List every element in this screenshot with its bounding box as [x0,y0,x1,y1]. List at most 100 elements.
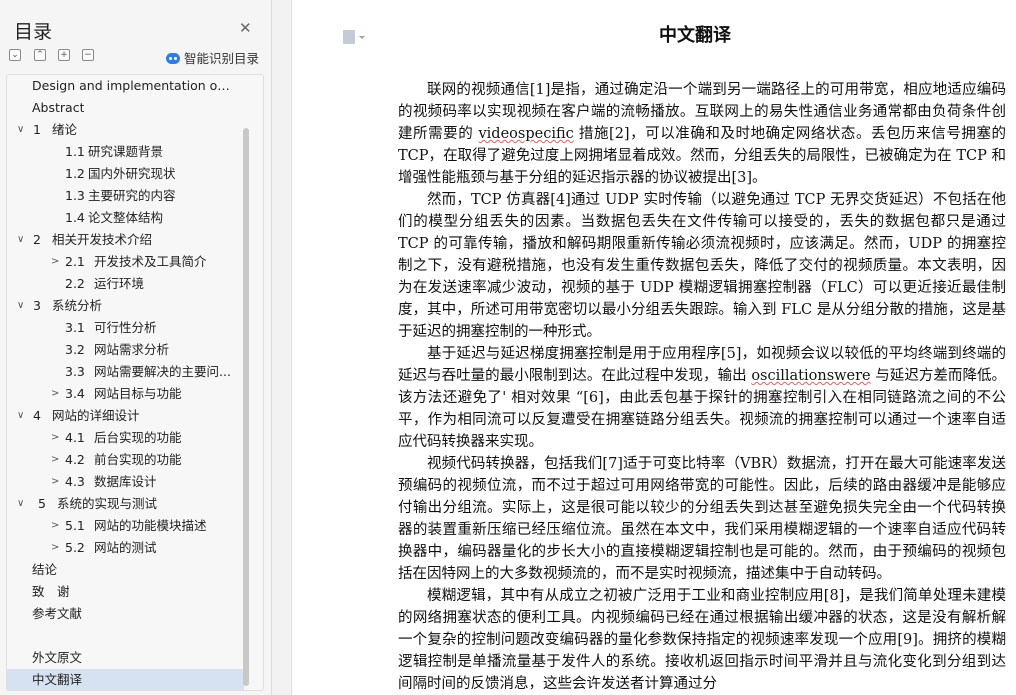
toc-item-num: 4.1 [65,430,85,445]
toc-item-label: 绪论 [52,122,78,137]
document-title: 中文翻译 [659,25,731,46]
toc-item-2[interactable]: ∨ 2 相关开发技术介绍 [7,229,244,251]
toc-item-4-2[interactable]: > 4.2 前台实现的功能 [7,449,244,471]
toc-item-label: 可行性分析 [94,320,157,335]
paragraph-3: 基于延迟与延迟梯度拥塞控制是用于应用程序[5]，如视频会议以较低的平均终端到终端… [398,343,1006,453]
document-area: 中文翻译 联网的视频通信[1]是指，通过确定沿一个端到另一端路径上的可用带宽，相… [279,0,1016,695]
toc-item-num: 2.2 [65,276,85,291]
page-icon[interactable] [343,30,365,44]
chevron-right-icon[interactable]: > [51,383,59,405]
toc-item-3-1[interactable]: 3.1 可行性分析 [7,317,244,339]
toc-item-4-1[interactable]: > 4.1 后台实现的功能 [7,427,244,449]
toc-item-num: 4.3 [65,474,85,489]
chevron-right-icon[interactable]: > [51,515,59,537]
toc-item-label: 致 谢 [32,584,70,599]
toc-item-label: 国内外研究现状 [88,166,176,181]
toc-item-2-2[interactable]: 2.2 运行环境 [7,273,244,295]
chevron-right-icon[interactable]: > [51,471,59,493]
toc-item-1-4[interactable]: 1.4 论文整体结构 [7,207,244,229]
toc-item-num: 1.3 [65,188,85,203]
toc-item-label: 系统分析 [52,298,103,313]
toc-item-1-2[interactable]: 1.2 国内外研究现状 [7,163,244,185]
toc-item-num: 2.1 [65,254,85,269]
toc-item-title[interactable]: Design and implementation of Ja... [7,75,244,97]
toc-item-1[interactable]: ∨ 1 绪论 [7,119,244,141]
smart-recognize-toc-button[interactable]: 智能识别目录 [166,48,259,67]
toc-item-label: Abstract [32,100,85,115]
toc-item-conclusion[interactable]: 结论 [7,559,244,581]
toc-item-num: 1 [33,122,41,137]
toc-list: Design and implementation of Ja... Abstr… [6,74,264,691]
toc-scrollbar[interactable] [243,128,249,686]
toc-item-original-text[interactable]: 外文原文 [7,647,244,669]
toc-item-label: 网站需求分析 [94,342,170,357]
toc-item-label: 网站的功能模块描述 [94,518,207,533]
toc-item-label: 开发技术及工具简介 [94,254,207,269]
toc-item-1-1[interactable]: 1.1 研究课题背景 [7,141,244,163]
toc-item-label: Design and implementation of Ja... [32,78,232,93]
toc-item-2-1[interactable]: > 2.1 开发技术及工具简介 [7,251,244,273]
toc-item-references[interactable]: 参考文献 [7,603,244,625]
toc-item-1-3[interactable]: 1.3 主要研究的内容 [7,185,244,207]
add-heading-icon[interactable]: + [58,49,70,61]
toc-item-num: 3.1 [65,320,85,335]
toc-item-3[interactable]: ∨ 3 系统分析 [7,295,244,317]
paragraph-4: 视频代码转换器，包括我们[7]适于可变比特率（VBR）数据流，打开在最大可能速率… [398,456,1006,582]
toc-item-num: 5.2 [65,540,85,555]
toc-item-3-2[interactable]: 3.2 网站需求分析 [7,339,244,361]
toc-item-num: 3 [33,298,41,313]
robot-icon [166,53,180,64]
toc-item-label: 结论 [32,562,58,577]
chevron-right-icon[interactable]: > [51,537,59,559]
toc-item-3-3[interactable]: 3.3 网站需要解决的主要问... [7,361,244,383]
toc-item-label: 参考文献 [32,606,83,621]
toc-item-num: 1.4 [65,210,85,225]
chevron-down-icon[interactable]: ∨ [17,229,24,251]
toc-item-num: 3.4 [65,386,85,401]
document-page: 中文翻译 联网的视频通信[1]是指，通过确定沿一个端到另一端路径上的可用带宽，相… [291,0,1016,695]
toc-item-label: 前台实现的功能 [94,452,182,467]
toc-title: 目录 [14,21,53,43]
toc-item-label: 运行环境 [94,276,145,291]
toc-item-num: 2 [33,232,41,247]
toc-item-3-4[interactable]: > 3.4 网站目标与功能 [7,383,244,405]
paragraph-1: 联网的视频通信[1]是指，通过确定沿一个端到另一端路径上的可用带宽，相应地适应编… [398,79,1006,189]
toc-item-label: 后台实现的功能 [94,430,182,445]
toc-item-label: 相关开发技术介绍 [52,232,153,247]
collapse-all-icon[interactable]: ⌄ [9,49,21,61]
chevron-right-icon[interactable]: > [51,427,59,449]
toc-item-label: 外文原文 [32,650,83,665]
chevron-down-icon[interactable]: ∨ [17,493,24,515]
expand-up-icon[interactable]: ⌃ [34,49,46,61]
toc-item-label: 系统的实现与测试 [57,496,158,511]
toc-item-num: 4.2 [65,452,85,467]
toc-item-5[interactable]: ∨ 5 系统的实现与测试 [7,493,244,515]
chevron-down-icon[interactable]: ∨ [17,119,24,141]
toc-item-chinese-translation[interactable]: 中文翻译 [7,669,244,690]
smart-recognize-label: 智能识别目录 [184,51,260,66]
toc-item-label: 主要研究的内容 [88,188,176,203]
toc-item-label: 网站的测试 [94,540,157,555]
toc-item-label: 网站的详细设计 [52,408,140,423]
toc-item-5-2[interactable]: > 5.2 网站的测试 [7,537,244,559]
toc-item-4[interactable]: ∨ 4 网站的详细设计 [7,405,244,427]
chevron-right-icon[interactable]: > [51,449,59,471]
spellcheck-word[interactable]: videospecific [478,126,573,142]
chevron-down-icon[interactable]: ∨ [17,295,24,317]
toc-item-num: 4 [33,408,41,423]
spellcheck-word[interactable]: oscillationswere [751,368,870,384]
toc-item-num: 3.3 [65,364,85,379]
close-icon[interactable]: ✕ [239,19,252,37]
toc-item-label: 网站目标与功能 [94,386,182,401]
toc-item-label: 数据库设计 [94,474,157,489]
toc-item-num: 3.2 [65,342,85,357]
chevron-down-icon[interactable]: ∨ [17,405,24,427]
toc-item-5-1[interactable]: > 5.1 网站的功能模块描述 [7,515,244,537]
toc-item-acknowledgements[interactable]: 致 谢 [7,581,244,603]
remove-heading-icon[interactable]: − [82,49,94,61]
chevron-right-icon[interactable]: > [51,251,59,273]
toc-panel: 目录 ✕ ⌄ ⌃ + − 智能识别目录 Design and implement… [0,0,272,695]
toc-item-4-3[interactable]: > 4.3 数据库设计 [7,471,244,493]
document-body: 联网的视频通信[1]是指，通过确定沿一个端到另一端路径上的可用带宽，相应地适应编… [398,79,1006,695]
toc-item-abstract[interactable]: Abstract [7,97,244,119]
